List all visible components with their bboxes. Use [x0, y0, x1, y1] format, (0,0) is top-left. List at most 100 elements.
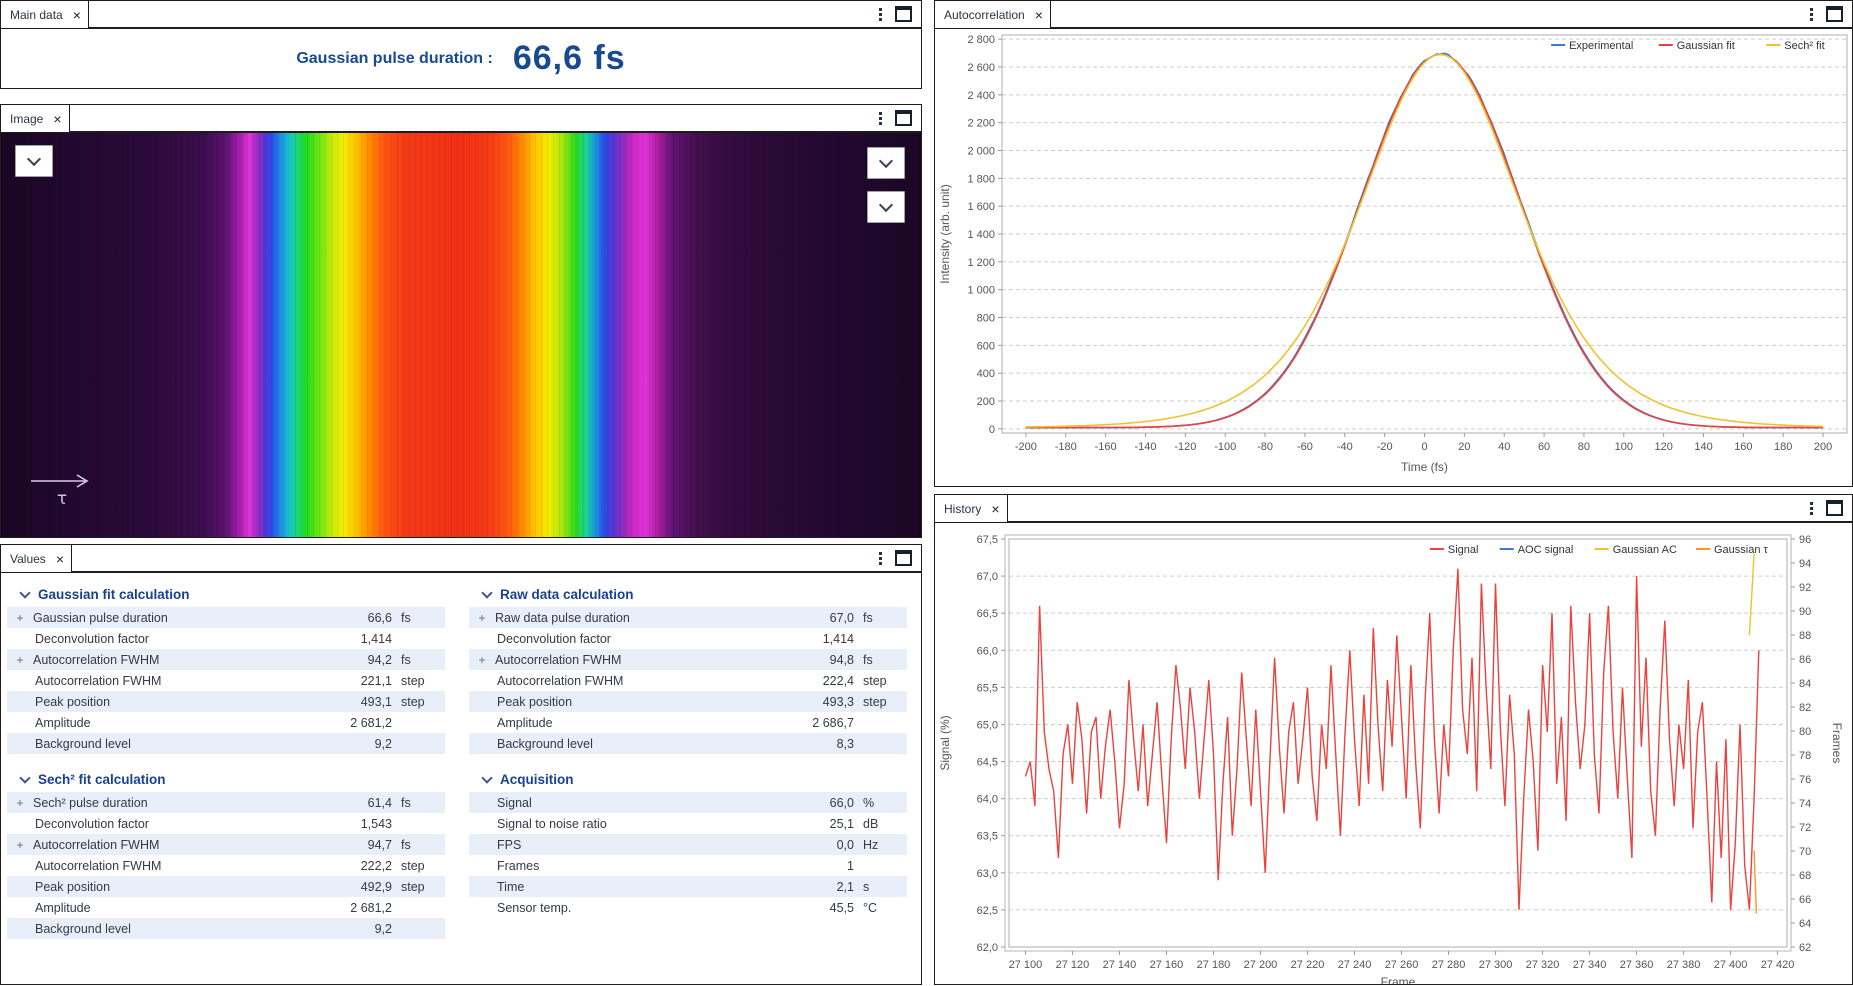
- tab-values[interactable]: Values ×: [1, 545, 72, 572]
- close-icon[interactable]: ×: [1035, 8, 1043, 22]
- value-row[interactable]: +Raw data pulse duration67,0fs: [469, 607, 907, 628]
- window-restore-icon[interactable]: [895, 6, 912, 22]
- value-row[interactable]: +Autocorrelation FWHM94,7fs: [7, 834, 445, 855]
- legend-label[interactable]: Gaussian AC: [1613, 544, 1677, 556]
- chart-text: 65,0: [977, 719, 998, 731]
- value-row[interactable]: Amplitude2 681,2: [7, 897, 445, 918]
- chart-outer-border: [1005, 535, 1791, 951]
- image-dropdown-right-bottom-button[interactable]: [867, 191, 905, 223]
- value-row[interactable]: Deconvolution factor1,414: [469, 628, 907, 649]
- chart-text: 1 000: [967, 285, 995, 297]
- chart-text: 64: [1799, 918, 1811, 930]
- kebab-menu-icon[interactable]: [879, 8, 882, 21]
- header-icons: [1810, 495, 1852, 521]
- row-unit: Hz: [854, 838, 907, 852]
- value-row[interactable]: Deconvolution factor1,543: [7, 813, 445, 834]
- chevron-down-icon[interactable]: [19, 772, 30, 783]
- value-row[interactable]: Background level9,2: [7, 918, 445, 939]
- expand-plus-icon[interactable]: +: [13, 654, 27, 666]
- chart-text: 800: [977, 312, 995, 324]
- kebab-menu-icon[interactable]: [879, 112, 882, 125]
- tab-autocorrelation[interactable]: Autocorrelation ×: [935, 1, 1051, 28]
- chevron-down-icon[interactable]: [19, 587, 30, 598]
- window-restore-icon[interactable]: [1826, 500, 1843, 516]
- chevron-down-icon[interactable]: [481, 772, 492, 783]
- chart-text: 27 120: [1056, 959, 1090, 971]
- value-row[interactable]: +Autocorrelation FWHM94,2fs: [7, 649, 445, 670]
- kebab-menu-icon[interactable]: [1810, 8, 1813, 21]
- value-row[interactable]: Amplitude2 681,2: [7, 712, 445, 733]
- close-icon[interactable]: ×: [991, 502, 999, 516]
- expand-plus-icon[interactable]: +: [475, 612, 489, 624]
- legend-label[interactable]: Experimental: [1569, 40, 1633, 52]
- chart-text: 27 280: [1432, 959, 1466, 971]
- chart-text: 62,0: [977, 942, 998, 954]
- value-row[interactable]: Amplitude2 686,7: [469, 712, 907, 733]
- section-title: Gaussian fit calculation: [38, 587, 190, 602]
- value-row[interactable]: Autocorrelation FWHM222,4step: [469, 670, 907, 691]
- value-row[interactable]: +Gaussian pulse duration66,6fs: [7, 607, 445, 628]
- legend-label[interactable]: Sech² fit: [1784, 40, 1824, 52]
- value-row[interactable]: Autocorrelation FWHM221,1step: [7, 670, 445, 691]
- expand-plus-icon[interactable]: +: [13, 612, 27, 624]
- image-dropdown-right-top-button[interactable]: [867, 147, 905, 179]
- value-row[interactable]: Frames1: [469, 855, 907, 876]
- chart-text: 2 400: [967, 90, 995, 102]
- window-restore-icon[interactable]: [895, 550, 912, 566]
- expand-plus-icon[interactable]: +: [13, 839, 27, 851]
- kebab-menu-icon[interactable]: [1810, 502, 1813, 515]
- close-icon[interactable]: ×: [73, 8, 81, 22]
- value-row[interactable]: +Autocorrelation FWHM94,8fs: [469, 649, 907, 670]
- chart-text: -160: [1095, 441, 1117, 453]
- value-row[interactable]: Background level8,3: [469, 733, 907, 754]
- value-row[interactable]: Deconvolution factor1,414: [7, 628, 445, 649]
- close-icon[interactable]: ×: [56, 552, 64, 566]
- tab-history[interactable]: History ×: [935, 495, 1008, 522]
- image-dropdown-left-button[interactable]: [15, 145, 53, 177]
- row-label: Sech² pulse duration: [27, 796, 308, 810]
- values-column-right: Raw data calculation+Raw data pulse dura…: [469, 581, 907, 951]
- tab-main-data[interactable]: Main data ×: [1, 1, 89, 28]
- main-data-header: Main data ×: [1, 1, 921, 29]
- row-label: Background level: [489, 737, 770, 751]
- value-row[interactable]: Peak position493,3step: [469, 691, 907, 712]
- section-header[interactable]: Raw data calculation: [469, 581, 907, 607]
- section-header[interactable]: Sech² fit calculation: [7, 766, 445, 792]
- value-row[interactable]: Sensor temp.45,5°C: [469, 897, 907, 918]
- kebab-menu-icon[interactable]: [879, 552, 882, 565]
- y-axis-title: Intensity (arb. unit): [938, 184, 952, 283]
- row-value: 66,6: [308, 611, 392, 625]
- value-row[interactable]: Peak position493,1step: [7, 691, 445, 712]
- chart-text: 67,5: [977, 534, 998, 546]
- section-header[interactable]: Gaussian fit calculation: [7, 581, 445, 607]
- values-body: Gaussian fit calculation +Gaussian pulse …: [1, 573, 921, 984]
- legend-label[interactable]: Signal: [1448, 544, 1479, 556]
- expand-plus-icon[interactable]: +: [13, 797, 27, 809]
- section-header[interactable]: Acquisition: [469, 766, 907, 792]
- chart-text: -180: [1055, 441, 1077, 453]
- value-row[interactable]: Signal to noise ratio25,1dB: [469, 813, 907, 834]
- value-row[interactable]: Signal66,0%: [469, 792, 907, 813]
- legend-label[interactable]: Gaussian fit: [1677, 40, 1735, 52]
- value-row[interactable]: Autocorrelation FWHM222,2step: [7, 855, 445, 876]
- autocorrelation-header: Autocorrelation ×: [935, 1, 1852, 29]
- value-row[interactable]: Background level9,2: [7, 733, 445, 754]
- chart-text: 40: [1498, 441, 1510, 453]
- chart-text: 27 400: [1714, 959, 1748, 971]
- expand-plus-icon[interactable]: +: [475, 654, 489, 666]
- value-row[interactable]: Time2,1s: [469, 876, 907, 897]
- chevron-down-icon[interactable]: [481, 587, 492, 598]
- window-restore-icon[interactable]: [1826, 6, 1843, 22]
- tab-image[interactable]: Image ×: [1, 105, 70, 132]
- value-row[interactable]: FPS0,0Hz: [469, 834, 907, 855]
- legend-label[interactable]: Gaussian τ: [1714, 544, 1769, 556]
- legend-label[interactable]: AOC signal: [1518, 544, 1574, 556]
- close-icon[interactable]: ×: [53, 112, 61, 126]
- value-row[interactable]: Peak position492,9step: [7, 876, 445, 897]
- row-label: Autocorrelation FWHM: [489, 653, 770, 667]
- series-Experimental: [1026, 53, 1823, 427]
- value-row[interactable]: +Sech² pulse duration61,4fs: [7, 792, 445, 813]
- history-body: 27 10027 12027 14027 16027 18027 20027 2…: [935, 523, 1852, 984]
- window-restore-icon[interactable]: [895, 110, 912, 126]
- chart-text: -60: [1297, 441, 1313, 453]
